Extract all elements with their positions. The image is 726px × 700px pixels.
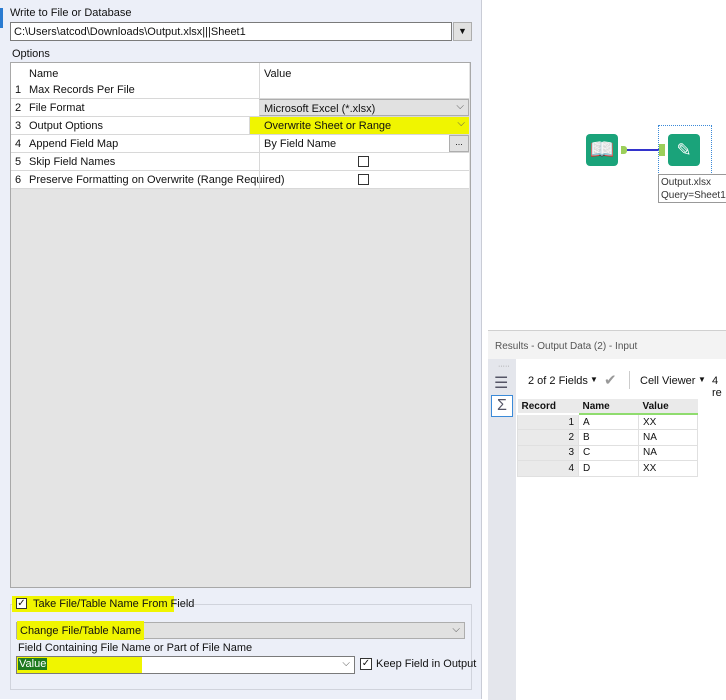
preserve-formatting-checkbox[interactable]	[358, 174, 369, 185]
output-tool-document-icon[interactable]: ✎	[668, 134, 700, 166]
path-input[interactable]: C:\Users\atcod\Downloads\Output.xlsx|||S…	[10, 22, 452, 41]
annotation-line: Query=Sheet1	[661, 190, 726, 201]
append-field-map-value: By Field Name	[264, 138, 337, 150]
row-number: 2	[15, 102, 22, 114]
fields-dropdown[interactable]: 2 of 2 Fields	[528, 375, 588, 387]
value-cell[interactable]: XX	[638, 413, 698, 430]
skip-field-names-checkbox[interactable]	[358, 156, 369, 167]
option-name: Append Field Map	[29, 138, 119, 150]
option-row[interactable]: 4 Append Field Map By Field Name ...	[11, 135, 469, 153]
chevron-down-icon: ⌵	[457, 118, 465, 129]
results-toolbar: 2 of 2 Fields ▼ ✔ Cell Viewer ▼ 4 re	[516, 359, 726, 399]
options-label: Options	[12, 48, 50, 60]
header-value: Value	[259, 63, 469, 81]
option-row[interactable]: 3 Output Options Overwrite Sheet or Rang…	[11, 117, 469, 135]
option-row[interactable]: 6 Preserve Formatting on Overwrite (Rang…	[11, 171, 469, 189]
change-mode-select[interactable]: Change File/Table Name ⌵	[16, 621, 465, 640]
chevron-down-icon: ⌵	[452, 624, 460, 635]
take-name-label: Take File/Table Name From Field	[33, 598, 195, 610]
table-row[interactable]: 3 C NA	[517, 444, 698, 461]
chevron-down-icon: ⌵	[342, 658, 350, 669]
options-grid: Name Value 1 Max Records Per File 2 File…	[10, 62, 471, 588]
input-tool-book-icon[interactable]: 📖	[586, 134, 618, 166]
chevron-down-icon: ⌵	[456, 101, 464, 112]
divider	[629, 371, 630, 389]
take-name-checkbox[interactable]: ✓	[16, 598, 27, 609]
record-cell: 2	[517, 429, 579, 446]
change-mode-value: Change File/Table Name	[20, 625, 142, 637]
grid-header: Name Value	[11, 63, 469, 81]
field-select[interactable]: Value ⌵	[16, 656, 355, 674]
max-records-input[interactable]	[259, 81, 469, 98]
option-row[interactable]: 5 Skip Field Names	[11, 153, 469, 171]
value-cell[interactable]: NA	[638, 444, 698, 461]
workflow-canvas[interactable]: 📖 ✎ Output.xlsx Query=Sheet1	[488, 0, 726, 328]
record-cell: 3	[517, 444, 579, 461]
option-name: Preserve Formatting on Overwrite (Range …	[29, 174, 285, 186]
sigma-icon[interactable]: Σ	[491, 395, 513, 417]
record-cell: 4	[517, 460, 579, 477]
row-number: 6	[15, 174, 22, 186]
records-count: 4 re	[712, 375, 722, 399]
output-options-select[interactable]: Overwrite Sheet or Range ⌵	[249, 117, 469, 134]
field-map-button[interactable]: ...	[449, 135, 469, 152]
results-table: Record Name Value 1 A XX 2 B NA 3 C NA 4 D XX	[517, 399, 698, 477]
list-icon[interactable]: ☰	[494, 373, 508, 393]
keep-field-checkbox[interactable]: ✓	[360, 658, 372, 670]
configuration-panel: Write to File or Database C:\Users\atcod…	[0, 0, 482, 699]
results-grid-area: Record Name Value 1 A XX 2 B NA 3 C NA 4 D XX	[516, 399, 726, 700]
column-header[interactable]: Name	[578, 399, 639, 415]
column-header[interactable]: Value	[638, 399, 698, 415]
name-cell[interactable]: B	[578, 429, 639, 446]
row-number: 3	[15, 120, 22, 132]
value-cell[interactable]: NA	[638, 429, 698, 446]
output-options-value: Overwrite Sheet or Range	[264, 120, 392, 132]
name-cell[interactable]: D	[578, 460, 639, 477]
checkmark-icon[interactable]: ✔	[604, 371, 617, 389]
name-cell[interactable]: C	[578, 444, 639, 461]
keep-field-label: Keep Field in Output	[376, 658, 477, 670]
tool-annotation: Output.xlsx Query=Sheet1	[658, 174, 726, 203]
append-field-map[interactable]: By Field Name ...	[259, 135, 469, 152]
row-number: 5	[15, 156, 22, 168]
connector-line[interactable]	[627, 149, 659, 151]
table-row[interactable]: 2 B NA	[517, 429, 698, 446]
field-label: Field Containing File Name or Part of Fi…	[18, 642, 253, 654]
table-row[interactable]: 4 D XX	[517, 460, 698, 477]
table-row[interactable]: 1 A XX	[517, 413, 698, 430]
option-name: Max Records Per File	[29, 84, 135, 96]
grip-icon: ·····	[498, 363, 510, 370]
results-title: Results - Output Data (2) - Input	[495, 341, 638, 352]
annotation-line: Output.xlsx	[661, 177, 712, 188]
chevron-down-icon[interactable]: ▼	[590, 375, 598, 384]
row-number: 4	[15, 138, 22, 150]
name-cell[interactable]: A	[578, 413, 639, 430]
option-name: Skip Field Names	[29, 156, 116, 168]
file-format-select[interactable]: Microsoft Excel (*.xlsx) ⌵	[259, 99, 469, 116]
file-format-value: Microsoft Excel (*.xlsx)	[264, 103, 376, 115]
option-row[interactable]: 2 File Format Microsoft Excel (*.xlsx) ⌵	[11, 99, 469, 117]
record-cell: 1	[517, 413, 579, 430]
option-row[interactable]: 1 Max Records Per File	[11, 81, 469, 99]
header-name: Name	[29, 68, 59, 80]
option-name: File Format	[29, 102, 85, 114]
results-panel: Results - Output Data (2) - Input ····· …	[488, 330, 726, 700]
row-number: 1	[15, 84, 22, 96]
value-cell[interactable]: XX	[638, 460, 698, 477]
cell-viewer-dropdown[interactable]: Cell Viewer	[640, 375, 695, 387]
chevron-down-icon[interactable]: ▼	[698, 375, 706, 384]
panel-accent	[0, 8, 3, 28]
column-header[interactable]: Record	[517, 399, 579, 415]
table-header: Record Name Value	[517, 399, 698, 415]
field-value: Value	[18, 658, 48, 670]
input-anchor[interactable]	[659, 144, 665, 156]
path-dropdown-button[interactable]: ▼	[453, 22, 472, 41]
write-label: Write to File or Database	[10, 7, 132, 19]
results-side-toolbar: ····· ☰ Σ	[488, 359, 516, 700]
preserve-formatting-cell	[259, 171, 469, 188]
skip-field-names-cell	[259, 153, 469, 170]
option-name: Output Options	[29, 120, 103, 132]
